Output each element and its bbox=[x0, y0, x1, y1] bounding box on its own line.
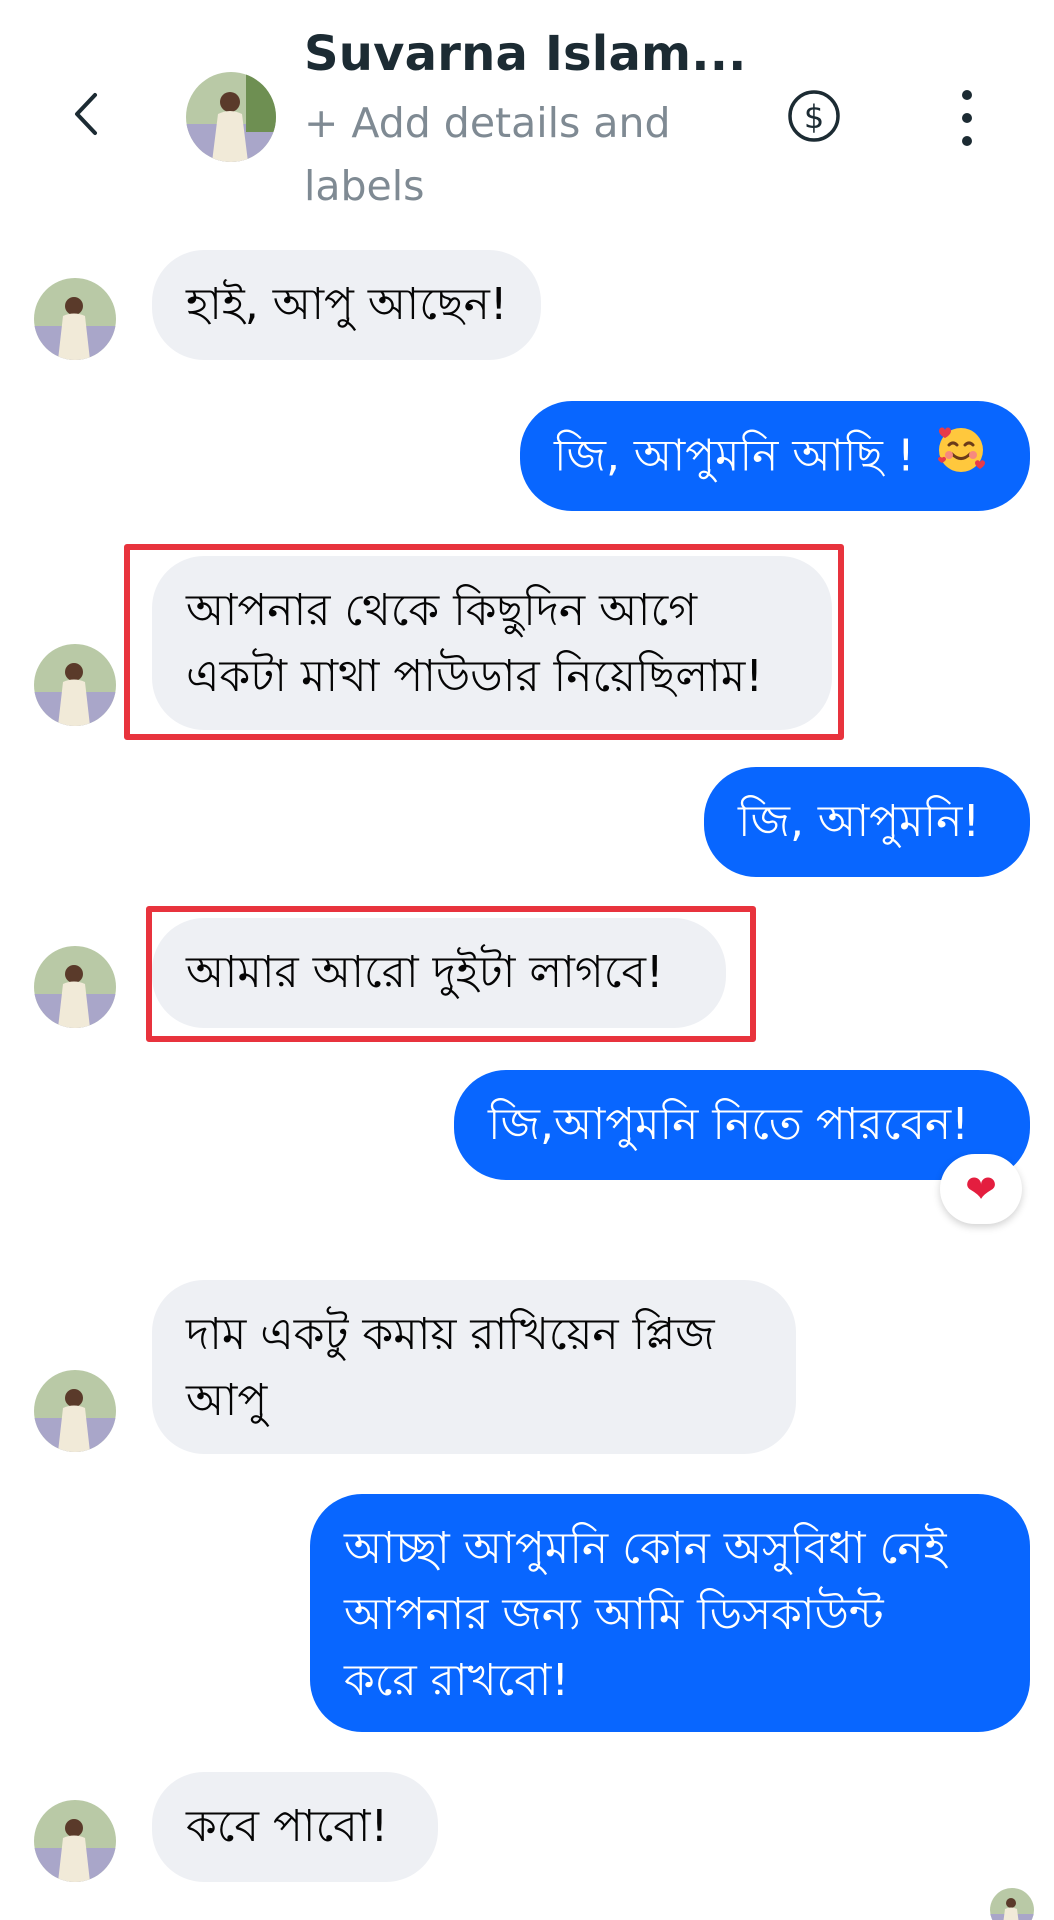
message-text-line: আচ্ছা আপুমনি কোন অসুবিধা নেই bbox=[344, 1523, 947, 1574]
svg-text:$: $ bbox=[804, 98, 824, 136]
payment-button[interactable]: $ bbox=[786, 88, 842, 144]
more-vertical-icon-dot bbox=[962, 90, 972, 100]
sender-avatar[interactable] bbox=[34, 1370, 116, 1452]
highlight-box bbox=[146, 906, 756, 1042]
message-reaction[interactable]: ❤ bbox=[940, 1154, 1022, 1224]
sender-avatar[interactable] bbox=[34, 644, 116, 726]
add-details-link[interactable]: + Add details and labels bbox=[304, 92, 704, 218]
conversation-header: Suvarna Islam... + Add details and label… bbox=[0, 0, 1054, 228]
back-button[interactable] bbox=[56, 84, 116, 144]
sender-avatar[interactable] bbox=[34, 946, 116, 1028]
heart-reaction-icon: ❤ bbox=[965, 1167, 997, 1211]
sender-avatar[interactable] bbox=[34, 278, 116, 360]
outgoing-message[interactable]: জি,আপুমনি নিতে পারবেন! bbox=[454, 1070, 1030, 1180]
incoming-message[interactable]: দাম একটু কমায় রাখিয়েন প্লিজ আপু bbox=[152, 1280, 796, 1454]
incoming-message[interactable]: কবে পাবো! bbox=[152, 1772, 438, 1882]
message-text: জি, আপুমনি! bbox=[738, 796, 981, 847]
highlight-box bbox=[124, 544, 844, 740]
back-chevron-icon bbox=[75, 93, 97, 135]
message-text-line: আপনার জন্য আমি ডিসকাউন্ট bbox=[344, 1589, 884, 1640]
avatar-photo bbox=[186, 72, 276, 162]
more-vertical-icon-dot bbox=[962, 136, 972, 146]
message-text-line: দাম একটু কমায় রাখিয়েন প্লিজ bbox=[186, 1309, 715, 1360]
message-text-line: করে রাখবো! bbox=[344, 1655, 570, 1706]
message-text: হাই, আপু আছেন! bbox=[186, 279, 508, 330]
sender-avatar[interactable] bbox=[34, 1800, 116, 1882]
message-text-line: আপু bbox=[186, 1375, 268, 1426]
message-text: কবে পাবো! bbox=[186, 1801, 389, 1852]
contact-avatar[interactable] bbox=[186, 72, 276, 162]
outgoing-message[interactable]: জি, আপুমনি আছি ! bbox=[520, 401, 1030, 511]
smiling-face-with-hearts-emoji bbox=[935, 423, 987, 494]
outgoing-message[interactable]: জি, আপুমনি! bbox=[704, 767, 1030, 877]
incoming-message[interactable]: হাই, আপু আছেন! bbox=[152, 250, 542, 360]
seen-indicator-avatar bbox=[990, 1888, 1034, 1920]
contact-name[interactable]: Suvarna Islam... bbox=[304, 26, 747, 82]
dollar-icon: $ bbox=[788, 90, 840, 142]
message-text: জি,আপুমনি নিতে পারবেন! bbox=[488, 1099, 969, 1150]
more-options-button[interactable] bbox=[950, 90, 984, 146]
outgoing-message[interactable]: আচ্ছা আপুমনি কোন অসুবিধা নেই আপনার জন্য … bbox=[310, 1494, 1030, 1732]
more-vertical-icon-dot bbox=[962, 113, 972, 123]
message-text: জি, আপুমনি আছি ! bbox=[554, 430, 915, 482]
